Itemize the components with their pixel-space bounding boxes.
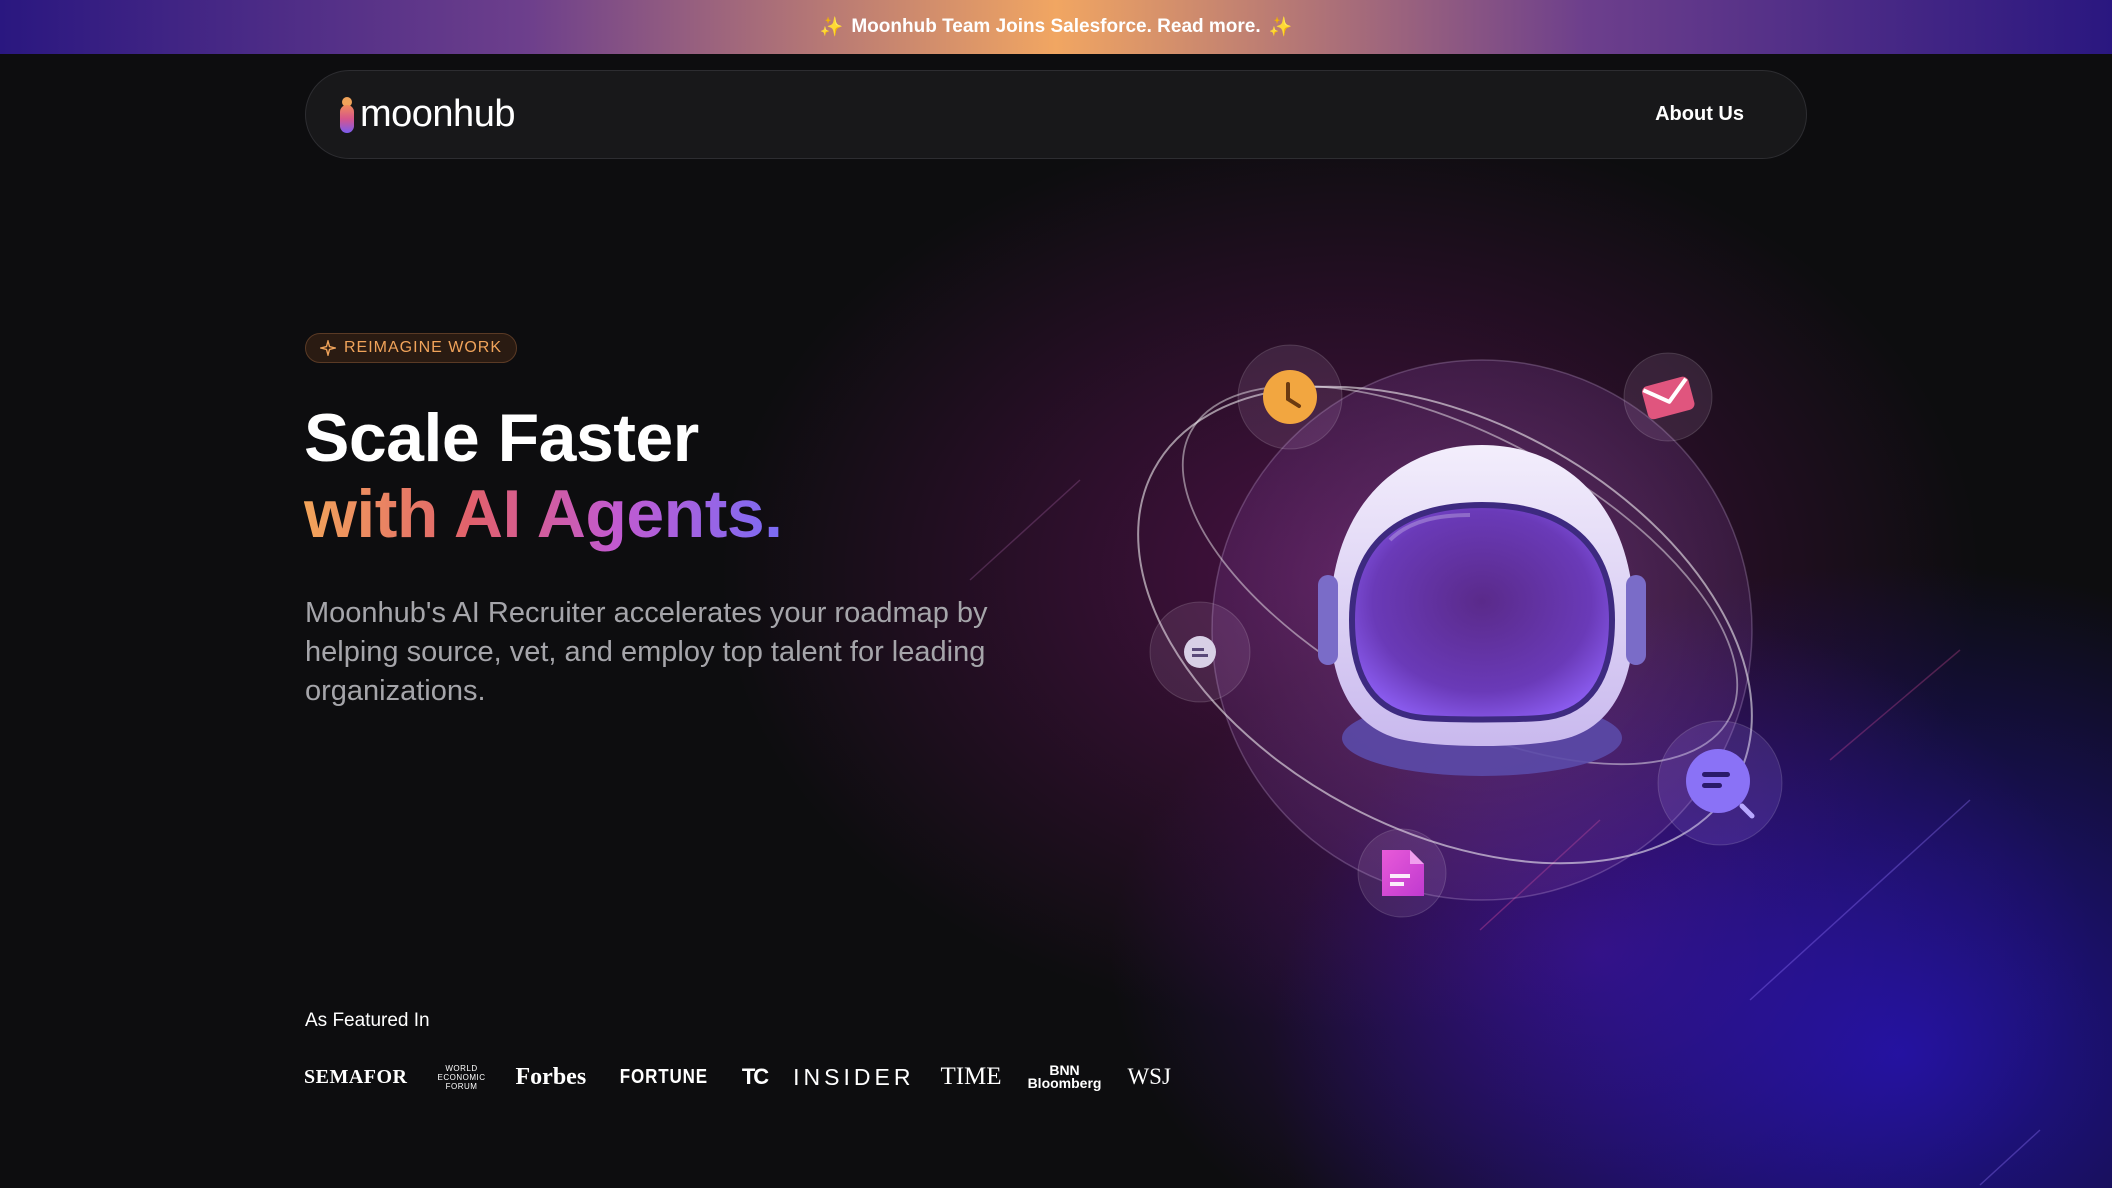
featured-logos: SEMAFOR WORLD ECONOMIC FORUM Forbes FORT… <box>304 1052 1171 1102</box>
logo[interactable]: moonhub <box>340 93 515 136</box>
chat-icon <box>1149 601 1251 703</box>
logo-text: moonhub <box>360 93 515 135</box>
wsj-logo: WSJ <box>1127 1064 1171 1089</box>
bnn-bloomberg-logo: BNN Bloomberg <box>1027 1062 1102 1091</box>
semafor-logo: SEMAFOR <box>304 1065 408 1088</box>
mail-icon <box>1623 352 1713 442</box>
moonhub-logo-icon <box>340 96 354 133</box>
navbar: moonhub About Us <box>305 70 1807 159</box>
hero-illustration <box>1137 344 1783 918</box>
sparkle-icon: ✨ <box>1268 17 1293 38</box>
hero-subtitle: Moonhub's AI Recruiter accelerates your … <box>305 597 988 707</box>
search-icon <box>1657 720 1783 846</box>
time-logo: TIME <box>940 1063 1002 1090</box>
reimagine-badge: REIMAGINE WORK <box>305 333 518 363</box>
sparkle-icon <box>320 340 336 356</box>
world-economic-forum-logo: WORLD ECONOMIC FORUM <box>437 1063 486 1091</box>
hero-title: Scale Faster with AI Agents. <box>304 400 783 552</box>
hero-title-line1: Scale Faster <box>304 400 699 476</box>
about-us-link[interactable]: About Us <box>1655 103 1744 126</box>
featured-in-label: As Featured In <box>305 1010 430 1031</box>
document-icon <box>1357 828 1447 918</box>
hero-title-line2: with AI Agents. <box>304 476 783 552</box>
techcrunch-logo: TC <box>741 1064 769 1089</box>
announcement-banner[interactable]: ✨ Moonhub Team Joins Salesforce. Read mo… <box>0 0 2112 54</box>
banner-text[interactable]: Moonhub Team Joins Salesforce. Read more… <box>851 16 1260 38</box>
sparkle-icon: ✨ <box>819 17 844 38</box>
clock-icon <box>1237 344 1343 450</box>
badge-label: REIMAGINE WORK <box>344 339 503 356</box>
forbes-logo: Forbes <box>515 1063 587 1090</box>
fortune-logo: FORTUNE <box>619 1065 709 1088</box>
insider-logo: INSIDER <box>793 1063 915 1090</box>
